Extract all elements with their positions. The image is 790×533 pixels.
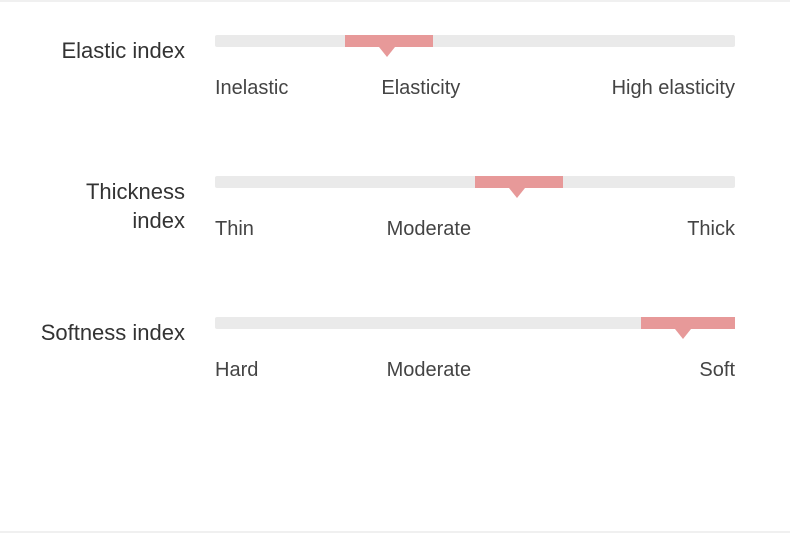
elastic-index-fill	[345, 35, 433, 47]
thickness-index-label: Thickness index	[30, 176, 215, 235]
softness-index-track	[215, 317, 735, 329]
thickness-tick-left: Thin	[215, 218, 254, 241]
softness-tick-labels: Hard Moderate Soft	[215, 359, 735, 383]
softness-index-fill	[641, 317, 735, 329]
softness-tick-right: Soft	[699, 359, 735, 382]
softness-index-pointer-icon	[675, 329, 691, 339]
softness-index-track-wrap: Hard Moderate Soft	[215, 317, 735, 383]
elastic-tick-right: High elasticity	[612, 77, 735, 100]
elastic-tick-labels: Inelastic Elasticity High elasticity	[215, 77, 735, 101]
thickness-tick-labels: Thin Moderate Thick	[215, 218, 735, 242]
divider-top	[0, 0, 790, 2]
elastic-index-label: Elastic index	[30, 35, 215, 66]
softness-tick-left: Hard	[215, 359, 258, 382]
softness-index-row: Softness index Hard Moderate Soft	[30, 317, 735, 383]
elastic-tick-left: Inelastic	[215, 77, 288, 100]
elastic-index-track-wrap: Inelastic Elasticity High elasticity	[215, 35, 735, 101]
thickness-tick-right: Thick	[687, 218, 735, 241]
softness-tick-mid: Moderate	[387, 359, 472, 382]
elastic-index-row: Elastic index Inelastic Elasticity High …	[30, 35, 735, 101]
thickness-tick-mid: Moderate	[387, 218, 472, 241]
elastic-index-pointer-icon	[379, 47, 395, 57]
thickness-index-fill	[475, 176, 563, 188]
elastic-tick-mid: Elasticity	[381, 77, 460, 100]
thickness-index-track	[215, 176, 735, 188]
softness-index-label: Softness index	[30, 317, 215, 348]
thickness-index-row: Thickness index Thin Moderate Thick	[30, 176, 735, 242]
elastic-index-track	[215, 35, 735, 47]
thickness-index-track-wrap: Thin Moderate Thick	[215, 176, 735, 242]
thickness-index-pointer-icon	[509, 188, 525, 198]
